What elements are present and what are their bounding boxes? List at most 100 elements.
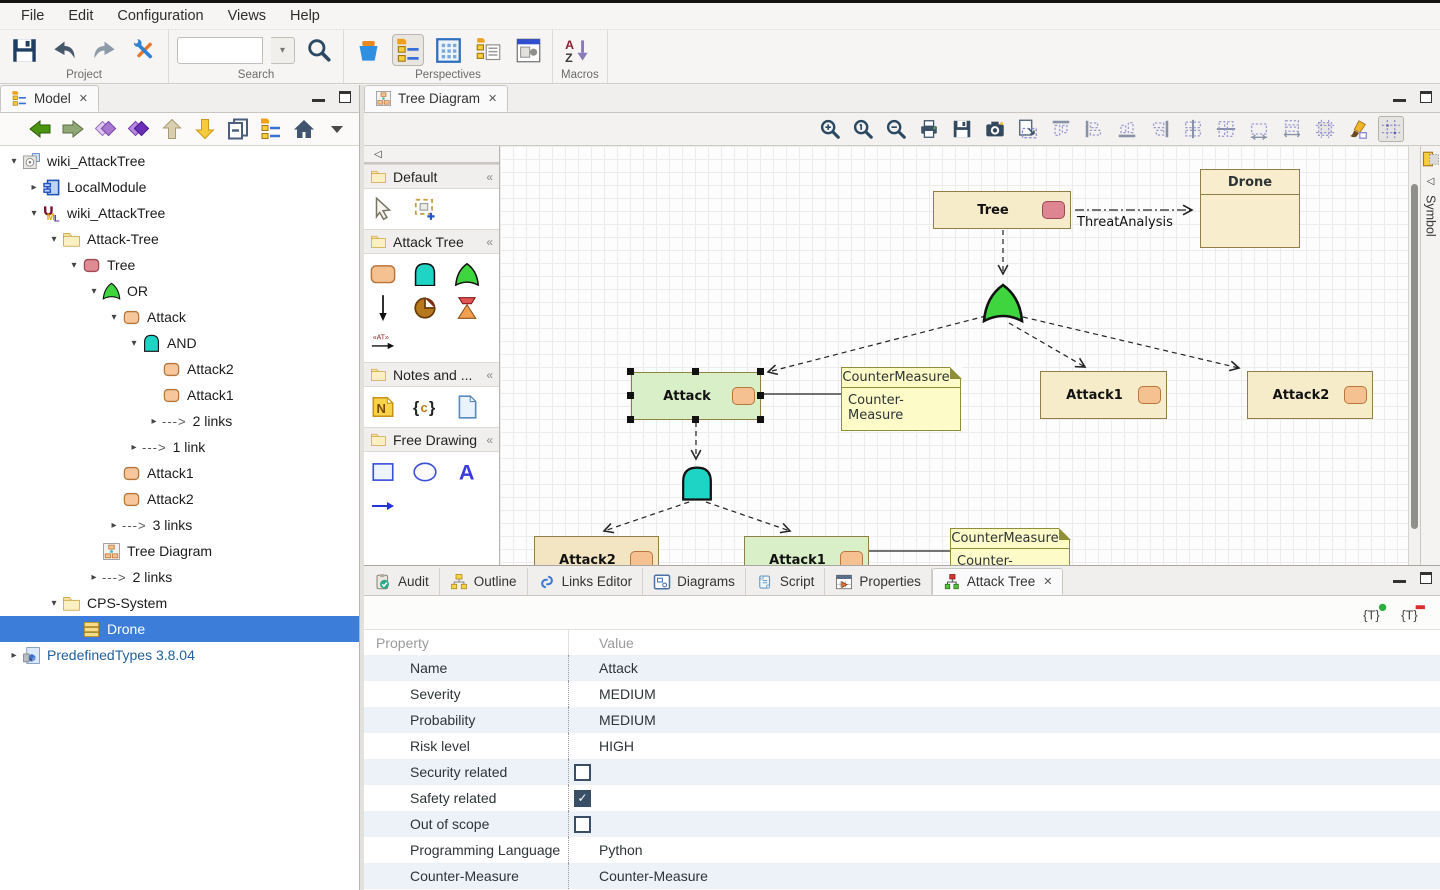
palette-item-arrow-blue[interactable] [368,492,398,520]
tree-item-tree[interactable]: ▾Tree [0,252,359,278]
tab-attack-tree[interactable]: Attack Tree✕ [932,568,1064,595]
close-icon[interactable]: ✕ [488,92,497,105]
selection-handle[interactable] [627,392,634,399]
column-header-property[interactable]: Property [364,635,568,651]
diagram-edge[interactable] [1023,317,1239,368]
bucket-button[interactable] [352,34,384,66]
collapse-icon[interactable]: ▾ [126,338,142,349]
property-value[interactable]: HIGH [568,733,1440,759]
persp-window-button[interactable] [512,34,544,66]
node-badge-orange[interactable] [630,551,653,565]
property-row-severity[interactable]: SeverityMEDIUM [364,681,1440,707]
property-value[interactable]: MEDIUM [568,681,1440,707]
node-and-gate[interactable] [678,465,716,505]
tree-item-1-link[interactable]: ▸--->1 link [0,434,359,460]
up-button[interactable] [160,117,184,141]
search-dropdown[interactable]: ▾ [271,37,295,64]
align-left-button[interactable] [1081,116,1107,142]
property-row-probability[interactable]: ProbabilityMEDIUM [364,707,1440,733]
tree-item-attack-tree[interactable]: ▾Attack-Tree [0,226,359,252]
add-property-button[interactable]: {T} [1362,602,1388,624]
property-value[interactable]: MEDIUM [568,707,1440,733]
diagram-edge[interactable] [706,502,790,531]
property-value[interactable]: Attack [568,655,1440,681]
selection-handle[interactable] [757,368,764,375]
collapse-icon[interactable]: ▾ [26,208,42,219]
palette-item-marquee[interactable] [410,195,440,223]
expand-icon[interactable]: ▸ [126,442,142,453]
palette-item-mitigation-node[interactable] [452,294,482,322]
align-bottom-button[interactable] [1114,116,1140,142]
minimize-icon[interactable] [1393,93,1406,102]
node-attack2b[interactable]: Attack2 [534,536,659,565]
selection-handle[interactable] [692,416,699,423]
expand-icon[interactable]: ▸ [26,182,42,193]
property-row-out-of-scope[interactable]: Out of scope [364,811,1440,837]
palette-section-notes-and-[interactable]: Notes and ...« [364,362,499,387]
diagram-canvas[interactable]: TreeDroneAttackCounterMeasureCounter-Mea… [500,146,1408,565]
tree-item-3-links[interactable]: ▸--->3 links [0,512,359,538]
node-attack1b[interactable]: Attack1 [744,536,869,565]
property-row-name[interactable]: NameAttack [364,655,1440,681]
menu-help[interactable]: Help [279,5,331,27]
tree-item-and[interactable]: ▾AND [0,330,359,356]
tree-item-2-links[interactable]: ▸--->2 links [0,408,359,434]
persp-grid-button[interactable] [432,34,464,66]
node-badge-orange[interactable] [840,551,863,565]
save-button[interactable] [8,34,40,66]
maximize-icon[interactable] [1420,572,1432,584]
palette-item-document[interactable] [452,393,482,421]
persp-list-button[interactable] [472,34,504,66]
scrollbar-thumb[interactable] [1411,184,1418,529]
zoom-out-button[interactable] [883,116,909,142]
collapse-icon[interactable]: ▾ [46,598,62,609]
close-icon[interactable]: ✕ [1043,575,1052,588]
node-badge-orange[interactable] [1344,386,1367,404]
tab-diagrams[interactable]: Diagrams [643,568,746,595]
symbol-sidebar[interactable]: ◁ Symbol [1420,146,1440,565]
symbol-lib-icon[interactable] [1422,150,1440,168]
tab-model[interactable]: Model ✕ [0,85,99,112]
distribute-rows-button[interactable] [1279,116,1305,142]
palette-item-at-arrow[interactable]: «AT» [368,328,398,356]
symbol-tab-label[interactable]: Symbol [1424,195,1438,237]
zoom-one-button[interactable] [850,116,876,142]
frame-button[interactable] [1312,116,1338,142]
node-badge-pink[interactable] [1042,201,1065,219]
caret-button[interactable] [325,117,349,141]
node-badge-orange[interactable] [732,387,755,405]
expand-icon[interactable]: ▸ [106,520,122,531]
collapse-section-icon[interactable]: « [486,235,493,249]
zoom-in-button[interactable] [817,116,843,142]
palette-item-note[interactable]: N [368,393,398,421]
tab-outline[interactable]: Outline [440,568,528,595]
forward-button[interactable] [61,117,85,141]
menu-edit[interactable]: Edit [57,5,104,27]
collapse-icon[interactable]: ▾ [86,286,102,297]
property-row-safety-related[interactable]: Safety related✓ [364,785,1440,811]
minimize-icon[interactable] [312,93,325,102]
home-button[interactable] [292,117,316,141]
tab-properties[interactable]: Properties [825,568,932,595]
save-diagram-button[interactable] [949,116,975,142]
resize-horizontal-button[interactable] [1246,116,1272,142]
property-value[interactable]: Python [568,837,1440,863]
menu-file[interactable]: File [10,5,55,27]
copy-button[interactable] [226,117,250,141]
tab-tree-diagram[interactable]: Tree Diagram ✕ [364,85,508,112]
checkbox-safety-related[interactable]: ✓ [574,790,591,807]
diagram-edge[interactable] [1009,323,1085,367]
tab-audit[interactable]: Audit [364,568,440,595]
align-right-button[interactable] [1147,116,1173,142]
grid-button[interactable] [1378,116,1404,142]
search-button[interactable] [303,34,335,66]
expand-icon[interactable]: ▸ [6,650,22,661]
tree-item-attack1[interactable]: Attack1 [0,382,359,408]
property-row-programming-language[interactable]: Programming LanguagePython [364,837,1440,863]
property-value[interactable]: Counter-Measure [568,863,1440,889]
tree-view-button[interactable] [392,34,424,66]
tree-item-2-links[interactable]: ▸--->2 links [0,564,359,590]
tab-script[interactable]: Script [746,568,826,595]
node-drone[interactable]: Drone [1200,169,1300,248]
tree-item-attack2[interactable]: Attack2 [0,486,359,512]
